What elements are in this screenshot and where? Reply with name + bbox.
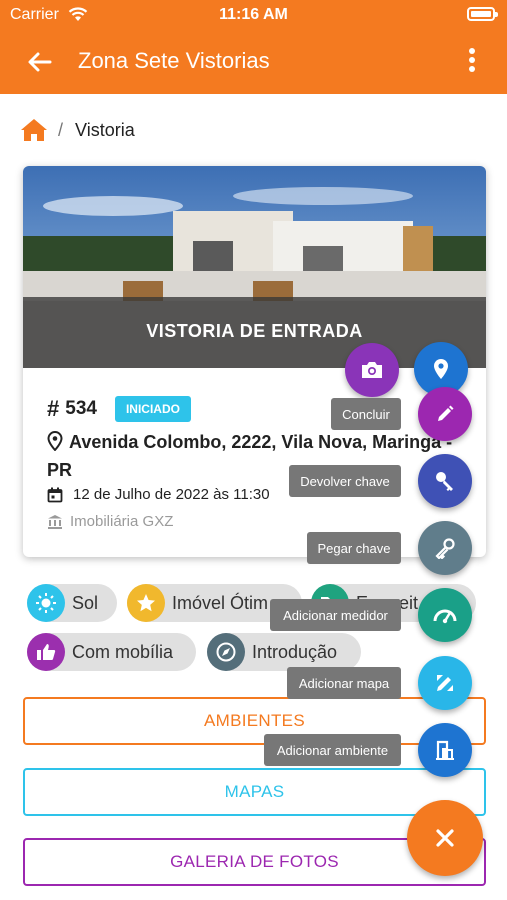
address: Avenida Colombo, 2222, Vila Nova, Maring…	[47, 428, 477, 484]
tooltip-pegar-chave: Pegar chave	[307, 532, 401, 564]
tooltip-devolver-chave: Devolver chave	[289, 465, 401, 497]
camera-icon	[362, 362, 382, 378]
status-badge: INICIADO	[114, 396, 191, 422]
calendar-icon	[47, 487, 63, 502]
inspection-id-row: # 534 INICIADO	[47, 396, 191, 422]
ruler-pencil-icon	[437, 675, 453, 691]
adicionar-ambiente-fab[interactable]	[418, 723, 472, 777]
breadcrumb-separator: /	[58, 119, 64, 140]
bank-icon	[48, 514, 62, 529]
page-title: Zona Sete Vistorias	[78, 48, 270, 73]
pencil-icon	[438, 405, 454, 421]
chip-label: Introdução	[252, 641, 338, 662]
sun-icon	[27, 584, 65, 622]
chip-label: Imóvel Ótim	[172, 592, 269, 613]
agency-name: Imobiliária GXZ	[70, 513, 174, 530]
clock: 11:16 AM	[219, 6, 288, 23]
pegar-chave-fab[interactable]	[418, 521, 472, 575]
chip-sol[interactable]: Sol	[27, 584, 117, 622]
home-icon[interactable]	[20, 117, 48, 143]
close-fab[interactable]	[407, 800, 483, 876]
compass-icon	[207, 633, 245, 671]
inspection-type-label: VISTORIA DE ENTRADA	[146, 321, 363, 341]
date-text: 12 de Julho de 2022 às 11:30	[73, 486, 270, 503]
more-vertical-icon[interactable]	[467, 48, 477, 76]
concluir-fab[interactable]	[418, 387, 472, 441]
key-outline-icon	[435, 538, 455, 559]
tooltip-adicionar-mapa: Adicionar mapa	[287, 667, 401, 699]
hash-icon: #	[47, 396, 60, 421]
inspection-id: 534	[65, 398, 97, 419]
chip-introducao[interactable]: Introdução	[207, 633, 361, 671]
chip-label: Sol	[72, 592, 99, 613]
agency: Imobiliária GXZ	[47, 513, 173, 530]
location-pin-icon	[434, 359, 448, 379]
breadcrumb-current: Vistoria	[75, 119, 135, 140]
ambientes-button[interactable]: AMBIENTES	[23, 697, 486, 745]
chip-label: Com mobília	[72, 641, 174, 662]
breadcrumb: / Vistoria	[20, 116, 135, 144]
inspection-date: 12 de Julho de 2022 às 11:30	[47, 486, 270, 503]
close-icon	[436, 829, 454, 847]
location-pin-icon	[47, 431, 63, 451]
chip-com-mobilia[interactable]: Com mobília	[27, 633, 196, 671]
camera-fab[interactable]	[345, 343, 399, 397]
mapas-button[interactable]: MAPAS	[23, 768, 486, 816]
tooltip-concluir: Concluir	[331, 398, 401, 430]
tooltip-adicionar-ambiente: Adicionar ambiente	[264, 734, 401, 766]
tooltip-adicionar-medidor: Adicionar medidor	[270, 599, 401, 631]
arrow-left-icon[interactable]	[24, 46, 56, 78]
status-bar: Carrier 11:16 AM	[0, 0, 507, 30]
adicionar-medidor-fab[interactable]	[418, 588, 472, 642]
key-icon	[436, 472, 453, 491]
thumbs-up-icon	[27, 633, 65, 671]
gauge-icon	[433, 609, 457, 624]
door-icon	[436, 740, 454, 760]
devolver-chave-fab[interactable]	[418, 454, 472, 508]
star-icon	[127, 584, 165, 622]
adicionar-mapa-fab[interactable]	[418, 656, 472, 710]
battery-icon	[467, 7, 498, 21]
